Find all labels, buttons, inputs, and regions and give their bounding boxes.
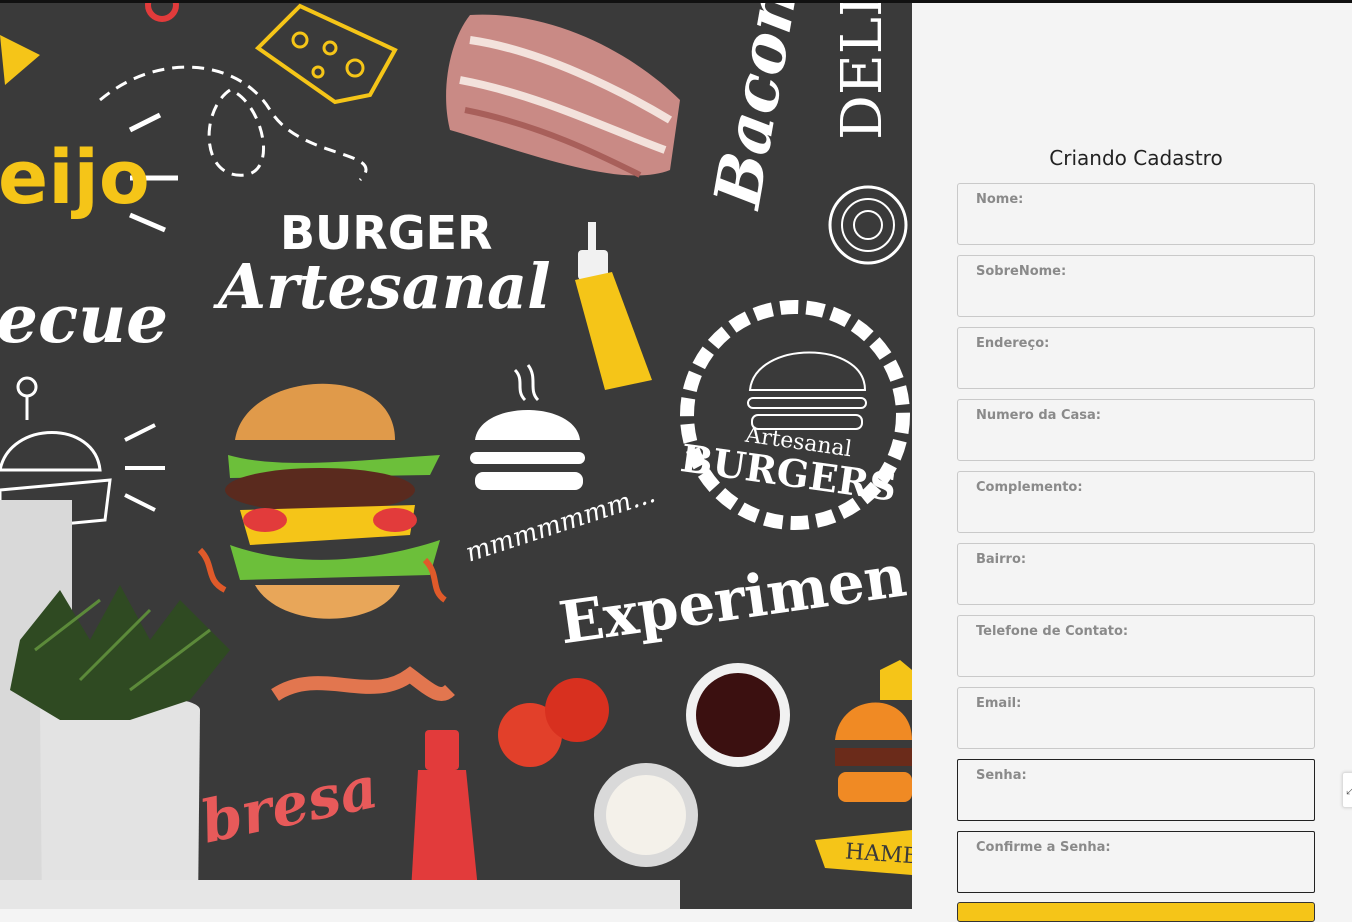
registration-panel: Criando Cadastro Nome: SobreNome: Endere… — [912, 0, 1352, 922]
complemento-field[interactable]: Complemento: — [957, 471, 1315, 533]
bairro-field[interactable]: Bairro: — [957, 543, 1315, 605]
sobrenome-field[interactable]: SobreNome: — [957, 255, 1315, 317]
senha-label: Senha: — [976, 768, 1027, 783]
mustard-bottle-icon — [575, 222, 652, 390]
nome-label: Nome: — [976, 192, 1024, 207]
senha-input[interactable] — [976, 788, 1296, 814]
hamburger-label: HAMB — [844, 839, 912, 870]
sobrenome-input[interactable] — [976, 284, 1296, 310]
senha-field[interactable]: Senha: — [957, 759, 1315, 821]
cheese-icon — [254, 3, 398, 105]
artesanal-title: Artesanal — [218, 250, 551, 323]
bairro-input[interactable] — [976, 572, 1296, 598]
endereco-field[interactable]: Endereço: — [957, 327, 1315, 389]
form-title: Criando Cadastro — [1049, 146, 1223, 170]
queijo-word: eijo — [0, 135, 150, 221]
bairro-label: Bairro: — [976, 552, 1027, 567]
tomato-slices-icon — [498, 678, 609, 767]
complemento-input[interactable] — [976, 500, 1296, 526]
submit-button[interactable] — [957, 902, 1315, 922]
barbecue-word: ecue — [0, 280, 169, 358]
telefone-field[interactable]: Telefone de Contato: — [957, 615, 1315, 677]
bacon-icon — [446, 14, 680, 178]
telefone-input[interactable] — [976, 644, 1296, 670]
bacon-strip-icon — [271, 666, 455, 702]
side-tab-button[interactable]: ⤢ — [1342, 772, 1352, 808]
hero-illustration: eijo ecue BURGER Artesanal Bacon DELIC A… — [0, 0, 912, 909]
email-label: Email: — [976, 696, 1022, 711]
numero-casa-label: Numero da Casa: — [976, 408, 1101, 423]
telefone-label: Telefone de Contato: — [976, 624, 1129, 639]
numero-casa-field[interactable]: Numero da Casa: — [957, 399, 1315, 461]
expand-icon: ⤢ — [1346, 783, 1352, 797]
cheese-slice-icon — [0, 35, 40, 85]
window-top-border — [0, 0, 1352, 3]
email-input[interactable] — [976, 716, 1296, 742]
email-field[interactable]: Email: — [957, 687, 1315, 749]
nome-field[interactable]: Nome: — [957, 183, 1315, 245]
sobrenome-label: SobreNome: — [976, 264, 1067, 279]
potted-plant-decor — [0, 500, 230, 909]
numero-casa-input[interactable] — [976, 428, 1296, 454]
endereco-input[interactable] — [976, 356, 1296, 382]
confirme-senha-label: Confirme a Senha: — [976, 840, 1111, 855]
bbq-sauce-bowl-icon — [686, 663, 790, 767]
confirme-senha-field[interactable]: Confirme a Senha: — [957, 831, 1315, 893]
nome-input[interactable] — [976, 212, 1296, 238]
complemento-label: Complemento: — [976, 480, 1083, 495]
burger-outline-icon — [470, 364, 585, 490]
endereco-label: Endereço: — [976, 336, 1050, 351]
mayo-bowl-icon — [594, 763, 698, 867]
confirme-senha-input[interactable] — [976, 860, 1296, 886]
table-surface — [0, 880, 680, 909]
stacked-burger-illustration — [197, 383, 447, 619]
delicious-word: DELIC — [830, 0, 895, 140]
spiral-doodle — [828, 185, 908, 265]
